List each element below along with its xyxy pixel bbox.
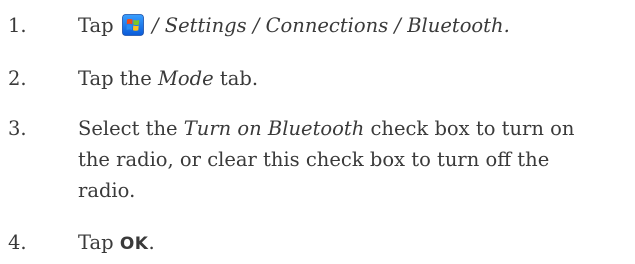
- step-suffix: .: [148, 231, 155, 254]
- step-text: Tap OK.: [78, 227, 623, 260]
- settings-path: / Settings / Connections / Bluetooth.: [152, 14, 510, 37]
- step-number: 4.: [8, 231, 27, 254]
- ok-label: OK: [119, 234, 149, 254]
- step-prefix: Select the: [78, 117, 184, 140]
- step-prefix: Tap: [78, 231, 120, 254]
- step-number: 3.: [8, 117, 27, 140]
- step-number: 2.: [8, 67, 27, 90]
- step-suffix: tab.: [213, 67, 259, 90]
- windows-start-icon: [121, 14, 144, 36]
- step-prefix: Tap: [78, 14, 114, 37]
- step-line3: radio.: [78, 179, 136, 202]
- step-text: Tap / Settings / Connections / Bluetooth…: [78, 10, 623, 41]
- step-number: 1.: [8, 14, 27, 37]
- step-prefix: Tap the: [78, 67, 158, 90]
- step-emphasis: Mode: [157, 67, 214, 90]
- step-text: Select the Turn on Bluetooth check box t…: [78, 113, 623, 206]
- step-line1-suffix: check box to turn on: [364, 117, 575, 140]
- step-text: Tap the Mode tab.: [78, 63, 623, 94]
- step-line2: the radio, or clear this check box to tu…: [78, 148, 550, 171]
- step-emphasis: Turn on Bluetooth: [183, 117, 365, 140]
